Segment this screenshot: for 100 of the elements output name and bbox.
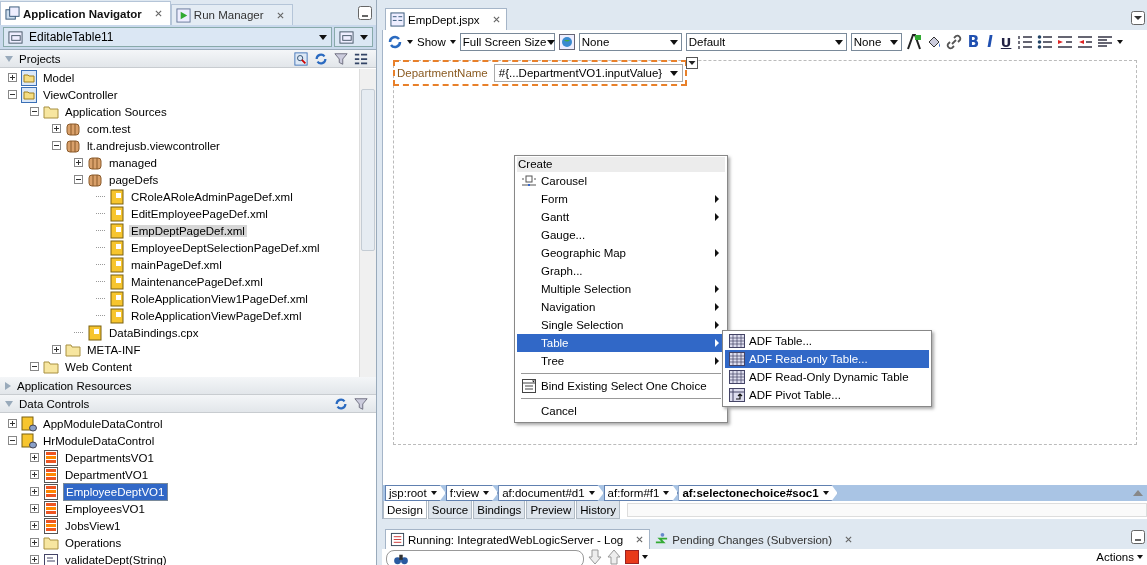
view-tab[interactable]: Design (383, 501, 427, 519)
indent-icon[interactable] (1057, 34, 1074, 50)
format-button[interactable]: U (998, 34, 1014, 50)
expand-icon[interactable] (52, 124, 61, 133)
collapse-icon[interactable] (52, 141, 61, 150)
expand-icon[interactable] (52, 345, 61, 354)
menu-item[interactable]: ADF Read-only Table... (725, 350, 929, 368)
breadcrumb-item[interactable]: jsp:root (385, 485, 446, 501)
navigator-node[interactable]: validateDept(String) (63, 553, 169, 565)
expand-icon[interactable] (30, 470, 39, 479)
globe-icon[interactable] (558, 34, 575, 50)
select-field[interactable]: #{...DepartmentVO1.inputValue} (493, 64, 684, 82)
navigator-node[interactable]: AppModuleDataControl (41, 417, 165, 430)
navigator-node[interactable]: RoleApplicationViewPageDef.xml (129, 309, 304, 322)
expand-icon[interactable] (30, 487, 39, 496)
style-dropdown[interactable]: Default (685, 33, 847, 51)
caret-icon[interactable] (642, 555, 648, 559)
search-field[interactable] (386, 550, 584, 565)
actions-button[interactable]: Actions (1096, 551, 1134, 563)
show-button[interactable]: Show (417, 36, 446, 48)
menu-item[interactable]: ADF Table... (725, 332, 929, 350)
list-options-icon[interactable] (354, 51, 368, 66)
format-button[interactable]: B (965, 33, 982, 51)
menu-item[interactable]: Cancel (517, 402, 725, 420)
collapse-icon[interactable] (30, 107, 39, 116)
filter-icon[interactable] (334, 51, 348, 66)
size-dropdown[interactable]: Full Screen Size (459, 33, 555, 51)
navigator-node[interactable]: EmployeeDeptSelectionPageDef.xml (129, 241, 322, 254)
navigator-node[interactable]: DepartmentVO1 (63, 468, 151, 481)
menu-item[interactable]: Bind Existing Select One Choice (517, 377, 725, 395)
navigator-node[interactable]: Model (41, 71, 77, 84)
application-dropdown[interactable]: EditableTable11 (3, 27, 332, 47)
view-tab[interactable]: Source (427, 501, 473, 519)
navigator-node[interactable]: META-INF (85, 343, 143, 356)
navigator-node[interactable]: EmployeesVO1 (63, 502, 147, 515)
menu-item[interactable]: Table (517, 334, 725, 352)
close-icon[interactable] (492, 16, 500, 23)
navigator-node[interactable]: EditEmployeePageDef.xml (129, 207, 270, 220)
close-icon[interactable] (845, 536, 853, 543)
close-icon[interactable] (154, 10, 162, 17)
navigator-node[interactable]: HrModuleDataControl (41, 434, 157, 447)
caret-icon[interactable] (407, 40, 413, 44)
navigator-node[interactable]: CRoleARoleAdminPageDef.xml (129, 190, 295, 203)
menu-item[interactable]: Carousel (517, 172, 725, 190)
menu-item[interactable]: ADF Pivot Table... (725, 386, 929, 404)
collapse-icon[interactable] (8, 436, 17, 445)
navigator-node[interactable]: Operations (63, 536, 124, 549)
breadcrumb-item[interactable]: af:form#f1 (603, 485, 679, 501)
expand-icon[interactable] (8, 73, 17, 82)
view-tab[interactable]: Bindings (473, 501, 526, 519)
panel-tab[interactable]: Application Navigator (0, 1, 171, 25)
navigator-node[interactable]: DataBindings.cpx (107, 326, 201, 339)
collapse-icon[interactable] (8, 90, 17, 99)
panel-tab[interactable]: Running: IntegratedWebLogicServer - Log (385, 529, 651, 549)
view-tab[interactable]: Preview (526, 501, 576, 519)
collapse-icon[interactable] (30, 362, 39, 371)
navigator-node[interactable]: Application Sources (63, 105, 169, 118)
section-header[interactable]: Data Controls (0, 395, 376, 413)
navigator-node[interactable]: EmpDeptPageDef.xml (129, 224, 247, 237)
caret-icon[interactable] (1137, 555, 1143, 559)
expand-icon[interactable] (8, 419, 17, 428)
navigator-node[interactable]: lt.andrejusb.viewcontroller (85, 139, 222, 152)
menu-item[interactable]: Gantt (517, 208, 725, 226)
section-header[interactable]: Projects (0, 50, 376, 68)
expand-icon[interactable] (30, 555, 39, 564)
view-tab[interactable]: History (576, 501, 621, 519)
navigator-node[interactable]: ViewController (41, 88, 120, 101)
navigator-node[interactable]: DepartmentsVO1 (63, 451, 156, 464)
panel-tab[interactable]: Run Manager (170, 4, 293, 25)
panel-tab[interactable]: Pending Changes (Subversion) (650, 530, 859, 549)
expand-icon[interactable] (30, 453, 39, 462)
expand-icon[interactable] (30, 521, 39, 530)
minimize-icon[interactable] (358, 6, 372, 20)
navigator-node[interactable]: pageDefs (107, 173, 161, 186)
search-icon[interactable] (294, 51, 308, 66)
caret-icon[interactable] (449, 40, 456, 44)
font-icon[interactable] (905, 34, 922, 50)
style-dropdown[interactable]: None (578, 33, 682, 51)
navigator-node[interactable]: MaintenancePageDef.xml (129, 275, 265, 288)
section-header[interactable]: Application Resources (0, 377, 376, 395)
refresh-icon[interactable] (314, 51, 328, 66)
filter-icon[interactable] (354, 396, 368, 411)
navigator-node[interactable]: mainPageDef.xml (129, 258, 224, 271)
refresh-icon[interactable] (334, 396, 348, 411)
outdent-icon[interactable] (1077, 34, 1094, 50)
expand-icon[interactable] (30, 538, 39, 547)
dropdown-icon[interactable] (1131, 11, 1145, 25)
expand-icon[interactable] (74, 158, 83, 167)
dropdown-icon[interactable] (686, 57, 698, 69)
close-icon[interactable] (276, 11, 284, 19)
selected-component[interactable]: DepartmentName #{...DepartmentVO1.inputValue} (393, 60, 688, 86)
navigator-node[interactable]: RoleApplicationView1PageDef.xml (129, 292, 310, 305)
expand-icon[interactable] (30, 504, 39, 513)
navigator-node[interactable]: JobsView1 (63, 519, 123, 532)
breadcrumb-item[interactable]: af:document#d1 (498, 485, 604, 501)
menu-item[interactable]: Multiple Selection (517, 280, 725, 298)
navigator-node[interactable]: com.test (85, 122, 133, 135)
scrollbar[interactable] (359, 69, 376, 377)
menu-item[interactable]: Navigation (517, 298, 725, 316)
numbered-list-icon[interactable] (1017, 34, 1034, 50)
